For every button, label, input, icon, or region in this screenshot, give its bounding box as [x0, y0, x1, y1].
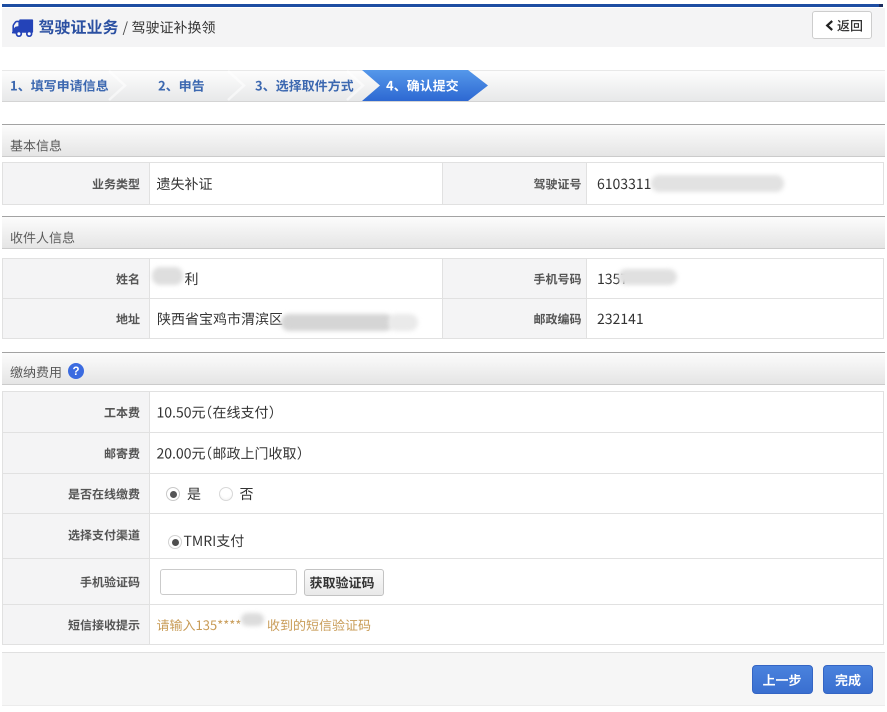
svg-text:?: ? [72, 366, 79, 378]
